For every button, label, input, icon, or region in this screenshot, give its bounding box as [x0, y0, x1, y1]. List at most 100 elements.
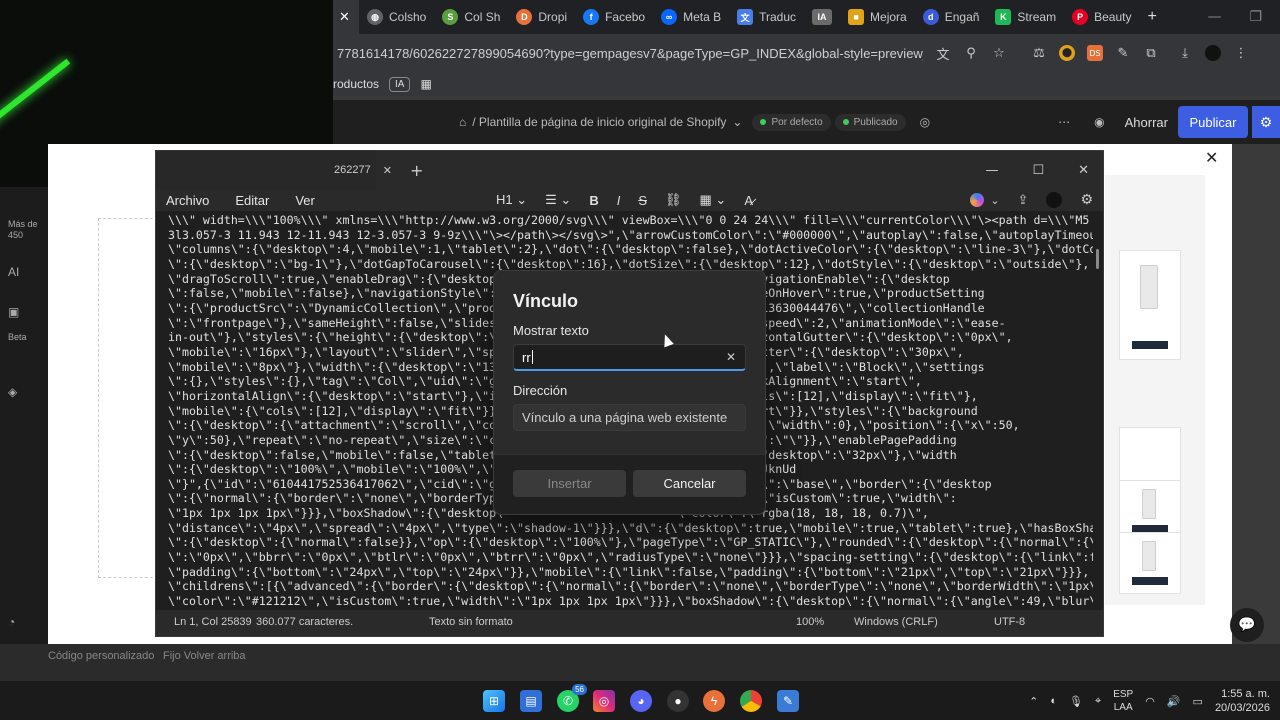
instagram-icon[interactable]: ◎: [593, 690, 615, 712]
address-input[interactable]: Vínculo a una página web existente: [513, 404, 746, 431]
maximize-icon[interactable]: ☐: [1032, 163, 1044, 178]
strikethrough-button[interactable]: S: [638, 193, 647, 208]
battery-icon[interactable]: ▭: [1193, 695, 1203, 708]
tab-meta[interactable]: ∞ Meta B: [653, 0, 729, 34]
apps-grid-icon[interactable]: ▦: [420, 77, 431, 91]
notepad-tab[interactable]: 262277 ✕: [156, 151, 392, 189]
heading-dropdown[interactable]: H1 ⌄: [496, 192, 527, 208]
text-line: \\\" width=\\\"100%\\\" xmlns=\\\"http:/…: [168, 213, 1090, 227]
rail-ai-label[interactable]: AI: [8, 265, 19, 279]
url-field[interactable]: 7781614178/602622727899054690?type=gempa…: [333, 46, 923, 61]
chat-support-icon[interactable]: 💬: [1230, 608, 1264, 642]
tray-app-icon[interactable]: ◐: [1050, 695, 1057, 707]
tab-label: Dropi: [538, 10, 568, 24]
close-icon[interactable]: ✕: [1205, 148, 1218, 167]
link-icon[interactable]: ⛓: [665, 192, 682, 208]
notepad-icon[interactable]: ✎: [777, 690, 799, 712]
display-text-input[interactable]: rr ✕: [513, 344, 746, 371]
tab-mejora[interactable]: ■ Mejora: [840, 0, 915, 34]
bookmark-star-icon[interactable]: ☆: [991, 45, 1007, 61]
app-icon[interactable]: ϟ: [703, 690, 725, 712]
menu-archivo[interactable]: Archivo: [166, 193, 209, 208]
bookmarks-bar: roductos IA ▦: [333, 72, 1280, 96]
table-dropdown-icon[interactable]: ▦ ⌄: [700, 192, 727, 208]
extension-icon[interactable]: DS: [1087, 45, 1103, 61]
tab-label: Mejora: [870, 10, 907, 24]
layers-icon[interactable]: ◈: [8, 385, 17, 399]
volume-icon[interactable]: 🔊: [1167, 695, 1181, 708]
preview-eye-icon[interactable]: ◉: [1094, 115, 1104, 129]
tab-beauty[interactable]: P Beauty: [1064, 0, 1139, 34]
extension-icon[interactable]: ⚖: [1031, 45, 1047, 61]
menu-icon[interactable]: ⋮: [1233, 45, 1249, 61]
scrollbar-thumb[interactable]: [1096, 249, 1099, 269]
tab-stream[interactable]: K Stream: [987, 0, 1064, 34]
location-icon[interactable]: ⌖: [1095, 695, 1101, 708]
settings-gear-icon[interactable]: ⚙: [1252, 106, 1280, 138]
custom-code-link[interactable]: Código personalizado: [48, 650, 154, 662]
minimize-icon[interactable]: —: [985, 163, 998, 178]
more-options-icon[interactable]: ⋯: [1058, 115, 1070, 129]
eyedropper-icon[interactable]: ✎: [1115, 45, 1131, 61]
bookmark-ia[interactable]: IA: [389, 76, 411, 92]
save-button[interactable]: Ahorrar: [1115, 115, 1178, 130]
product-image: [1140, 265, 1158, 309]
add-to-cart-button: [1132, 577, 1168, 585]
translate-icon[interactable]: 文: [935, 45, 951, 63]
account-avatar[interactable]: [1046, 192, 1063, 208]
italic-button[interactable]: I: [617, 193, 621, 208]
tab-dropi[interactable]: D Dropi: [508, 0, 575, 34]
clock[interactable]: 1:55 a. m. 20/03/2026: [1215, 687, 1270, 715]
menu-ver[interactable]: Ver: [295, 193, 315, 208]
globe-icon[interactable]: ◎: [920, 115, 930, 129]
puzzle-icon[interactable]: ⧉: [1143, 45, 1159, 61]
clear-input-icon[interactable]: ✕: [726, 350, 736, 364]
start-icon[interactable]: ⊞: [483, 690, 505, 712]
speed-icon[interactable]: ◔: [8, 615, 15, 629]
cancel-button[interactable]: Cancelar: [633, 470, 746, 497]
publish-button[interactable]: Publicar: [1178, 106, 1248, 138]
tab-col-sh[interactable]: S Col Sh: [434, 0, 508, 34]
heading-label: H1: [496, 192, 513, 207]
list-dropdown-icon[interactable]: ☰ ⌄: [545, 192, 571, 208]
share-icon[interactable]: ⇪: [1018, 193, 1029, 208]
minimize-icon[interactable]: —: [1207, 9, 1221, 25]
extension-icon[interactable]: ⬤: [1059, 45, 1075, 61]
clear-format-icon[interactable]: A̷: [744, 193, 753, 208]
breadcrumb[interactable]: ⌂ / Plantilla de página de inicio origin…: [459, 115, 742, 129]
zoom-icon[interactable]: ⚲: [963, 45, 979, 61]
pages-icon[interactable]: ▣: [8, 305, 19, 319]
close-window-icon[interactable]: ✕: [1078, 163, 1089, 178]
chrome-icon[interactable]: [740, 690, 762, 712]
new-tab-button[interactable]: +: [410, 161, 423, 180]
store-icon[interactable]: ▤: [520, 690, 542, 712]
tab-engano[interactable]: d Engañ: [915, 0, 988, 34]
dialog-title: Vínculo: [513, 291, 579, 311]
tab-colsho[interactable]: ◍ Colsho: [359, 0, 434, 34]
tab-ia[interactable]: IA: [804, 0, 840, 34]
new-tab-button[interactable]: +: [1139, 0, 1164, 34]
profile-avatar[interactable]: [1205, 45, 1221, 61]
microphone-icon[interactable]: 🎙: [1069, 695, 1083, 708]
whatsapp-icon[interactable]: ✆ 56: [557, 684, 587, 712]
obs-icon[interactable]: ●: [667, 690, 689, 712]
tab-facebook[interactable]: f Facebo: [575, 0, 653, 34]
menu-editar[interactable]: Editar: [235, 193, 269, 208]
insert-button[interactable]: Insertar: [513, 470, 626, 497]
settings-gear-icon[interactable]: ⚙: [1080, 192, 1093, 208]
download-icon[interactable]: ⤓: [1177, 45, 1193, 61]
chevron-up-icon[interactable]: ⌃: [1029, 695, 1038, 708]
bold-button[interactable]: B: [589, 193, 598, 208]
rail-more-label[interactable]: Más de 450: [8, 219, 38, 241]
wifi-icon[interactable]: ◠: [1145, 695, 1155, 708]
chevron-down-icon[interactable]: ⌄: [990, 194, 999, 207]
bookmark-products[interactable]: roductos: [333, 77, 379, 91]
tab-close-current[interactable]: ✕: [333, 0, 359, 34]
restore-icon[interactable]: ❐: [1249, 9, 1262, 25]
tab-traductor[interactable]: 文 Traduc: [729, 0, 804, 34]
fixed-back-to-top-link[interactable]: Fijo Volver arriba: [163, 650, 246, 662]
copilot-icon[interactable]: [970, 193, 985, 207]
close-tab-icon[interactable]: ✕: [383, 164, 392, 177]
language-indicator[interactable]: ESP LAA: [1113, 688, 1133, 714]
discord-icon[interactable]: ◕: [630, 690, 652, 712]
